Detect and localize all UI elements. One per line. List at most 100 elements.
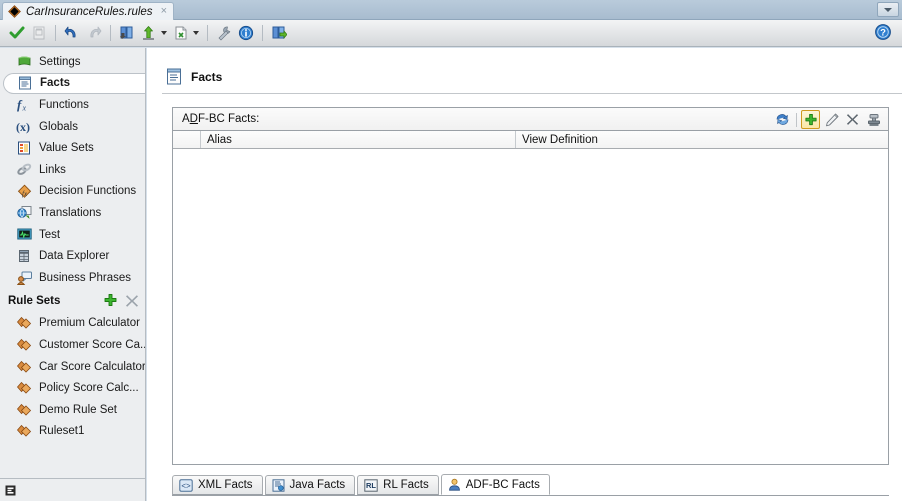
svg-text:x: x [21, 104, 26, 113]
document-tab-strip: CarInsuranceRules.rules × [0, 0, 902, 20]
grid-column-header-view-definition[interactable]: View Definition [516, 131, 888, 148]
ruleset-item-car-score-calculator[interactable]: Car Score Calculator [0, 356, 145, 378]
delete-ruleset-button[interactable] [123, 292, 141, 310]
ruleset-item-label: Car Score Calculator [39, 360, 146, 373]
settings-book-icon [16, 54, 32, 70]
toolbar-separator [796, 112, 797, 127]
ruleset-diamond-icon [16, 359, 32, 375]
facts-editor-pane: Facts ADF-BC Facts: Alias View Definitio… [147, 48, 902, 501]
sidebar-item-facts[interactable]: Facts [3, 72, 145, 95]
chevron-down-icon[interactable] [193, 31, 199, 35]
sidebar-item-business-phrases[interactable]: Business Phrases [0, 267, 145, 289]
rule-sets-title: Rule Sets [8, 294, 61, 307]
sidebar-item-globals[interactable]: (x) Globals [0, 116, 145, 138]
facts-grid-body[interactable] [173, 149, 888, 464]
chevron-down-icon[interactable] [161, 31, 167, 35]
snapshot-button[interactable] [28, 23, 49, 44]
sidebar-item-label: Globals [39, 120, 78, 133]
toolbar-separator [110, 25, 111, 41]
links-chain-icon [16, 162, 32, 178]
tab-label: RL Facts [383, 479, 429, 491]
test-monitor-icon [16, 227, 32, 243]
ruleset-item-policy-score-calculator[interactable]: Policy Score Calc... [0, 377, 145, 399]
data-explorer-db-icon [16, 248, 32, 264]
close-icon[interactable]: × [161, 6, 167, 17]
svg-text:<>: <> [181, 481, 191, 490]
export-button[interactable] [170, 23, 191, 44]
sidebar-item-label: Test [39, 228, 61, 241]
add-ruleset-button[interactable] [101, 292, 119, 310]
update-dictionary-button[interactable] [138, 23, 159, 44]
grid-column-header-select[interactable] [173, 131, 201, 148]
facts-list-icon [17, 75, 33, 91]
tab-label: ADF-BC Facts [465, 478, 540, 491]
rule-sets-header: Rule Sets [0, 289, 145, 313]
import-fact-button[interactable] [864, 110, 883, 129]
rl-badge-icon: RL [364, 478, 378, 492]
sidebar-status-bar [0, 478, 146, 501]
toolbar-separator [207, 25, 208, 41]
delete-fact-button[interactable] [843, 110, 862, 129]
tab-list-dropdown[interactable] [877, 2, 899, 17]
sidebar-item-functions[interactable]: f x Functions [0, 94, 145, 116]
sidebar-item-links[interactable]: Links [0, 159, 145, 181]
grid-column-header-alias[interactable]: Alias [201, 131, 516, 148]
sidebar-item-data-explorer[interactable]: Data Explorer [0, 245, 145, 267]
ruleset-diamond-icon [16, 337, 32, 353]
help-button[interactable]: ? [874, 23, 892, 41]
ruleset-diamond-icon [16, 423, 32, 439]
svg-text:RL: RL [366, 481, 376, 490]
tab-adf-bc-facts[interactable]: ADF-BC Facts [440, 474, 550, 495]
sidebar-item-label: Data Explorer [39, 250, 110, 263]
sidebar-item-label: Functions [39, 98, 89, 111]
sidebar-item-test[interactable]: Test [0, 224, 145, 246]
properties-button[interactable] [213, 23, 234, 44]
ruleset-item-label: Demo Rule Set [39, 403, 117, 416]
rules-diamond-icon [8, 5, 21, 18]
tab-java-facts[interactable]: Java Facts [264, 475, 356, 495]
sidebar-item-settings[interactable]: Settings [0, 51, 145, 73]
editor-sidebar: Settings Facts f x Functions (x) Globals… [0, 48, 146, 478]
sidebar-item-label: Links [39, 163, 66, 176]
import-dictionary-button[interactable] [116, 23, 137, 44]
ruleset-item-label: Customer Score Ca... [39, 338, 146, 351]
ruleset-item-premium-calculator[interactable]: Premium Calculator [0, 313, 145, 335]
sidebar-item-translations[interactable]: Translations [0, 202, 145, 224]
translations-icon [16, 205, 32, 221]
info-button[interactable] [235, 23, 256, 44]
sidebar-item-decision-functions[interactable]: fx Decision Functions [0, 181, 145, 203]
facts-type-tabs: <> XML Facts Java Facts RL RL Facts ADF-… [172, 474, 889, 496]
undo-button[interactable] [61, 23, 82, 44]
business-phrases-icon [16, 270, 32, 286]
adf-bc-facts-panel: ADF-BC Facts: Alias View Definition [172, 107, 889, 465]
page-title: Facts [166, 68, 222, 85]
xml-brackets-icon: <> [179, 478, 193, 492]
ruleset-diamond-icon [16, 402, 32, 418]
sidebar-item-label: Facts [40, 77, 71, 90]
tab-label: Java Facts [289, 479, 346, 491]
ruleset-diamond-icon [16, 315, 32, 331]
facts-panel-toolbar [772, 108, 884, 131]
refresh-facts-button[interactable] [773, 110, 792, 129]
redo-button[interactable] [83, 23, 104, 44]
link-dictionary-button[interactable] [268, 23, 289, 44]
ruleset-item-customer-score-calculator[interactable]: Customer Score Ca... [0, 334, 145, 356]
toolbar-separator [55, 25, 56, 41]
ruleset-item-ruleset1[interactable]: Ruleset1 [0, 421, 145, 443]
tab-xml-facts[interactable]: <> XML Facts [172, 475, 263, 495]
adfbc-person-icon [448, 478, 461, 491]
edit-fact-button[interactable] [822, 110, 841, 129]
svg-text:fx: fx [22, 190, 28, 198]
validate-button[interactable] [6, 23, 27, 44]
tab-rl-facts[interactable]: RL RL Facts [357, 475, 439, 495]
document-tab-car-insurance-rules[interactable]: CarInsuranceRules.rules × [2, 2, 174, 20]
add-fact-button[interactable] [801, 110, 820, 129]
sidebar-item-value-sets[interactable]: Value Sets [0, 137, 145, 159]
sidebar-item-label: Translations [39, 206, 102, 219]
function-fx-icon: f x [16, 97, 32, 113]
svg-text:?: ? [880, 28, 886, 39]
ruleset-item-demo-rule-set[interactable]: Demo Rule Set [0, 399, 145, 421]
ruleset-item-label: Premium Calculator [39, 317, 140, 330]
sidebar-item-label: Value Sets [39, 142, 94, 155]
editor-mode-icon [5, 485, 16, 496]
